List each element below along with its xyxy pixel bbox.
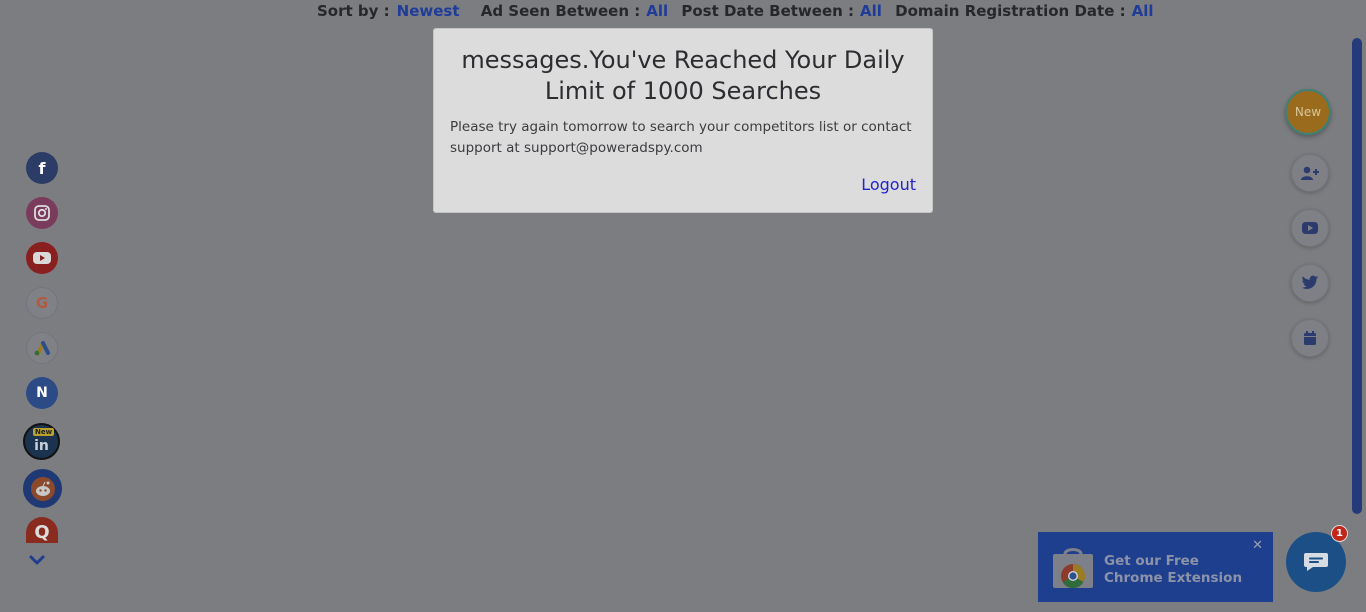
facebook-icon[interactable]: f: [26, 152, 58, 184]
modal-body: Please try again tomorrow to search your…: [450, 119, 912, 156]
google-ads-icon[interactable]: [26, 332, 58, 364]
add-user-icon: [1301, 166, 1319, 180]
sort-value[interactable]: Newest: [397, 2, 460, 20]
extension-text-line1: Get our Free: [1104, 553, 1199, 569]
linkedin-glyph: in: [34, 437, 49, 454]
close-icon[interactable]: ✕: [1252, 537, 1263, 553]
native-icon[interactable]: N: [26, 377, 58, 409]
youtube-glyph: [33, 252, 51, 264]
sort-label: Sort by :: [317, 2, 390, 20]
calendar-icon: [1304, 331, 1316, 345]
linkedin-icon[interactable]: New in: [23, 423, 60, 460]
quora-glyph: Q: [34, 522, 50, 543]
google-glyph: G: [35, 294, 49, 312]
youtube-icon[interactable]: [26, 242, 58, 274]
quora-icon[interactable]: Q: [26, 517, 58, 543]
chevron-down-icon[interactable]: [28, 552, 46, 570]
facebook-glyph: f: [38, 158, 46, 178]
page-scrollbar[interactable]: [1352, 38, 1362, 514]
twitter-button[interactable]: [1291, 264, 1329, 302]
domain-registration-label: Domain Registration Date :: [895, 2, 1126, 20]
ad-seen-label: Ad Seen Between :: [480, 2, 641, 20]
ad-seen-value[interactable]: All: [646, 2, 668, 20]
chrome-extension-banner[interactable]: Get our Free Chrome Extension ✕: [1038, 532, 1273, 602]
native-glyph: N: [36, 385, 48, 401]
post-date-value[interactable]: All: [860, 2, 882, 20]
extension-text-line2: Chrome Extension: [1104, 570, 1243, 586]
new-feature-button[interactable]: New: [1285, 89, 1331, 135]
new-feature-label: New: [1294, 105, 1322, 119]
twitter-icon: [1301, 275, 1319, 289]
chat-icon: [1304, 553, 1328, 571]
instagram-icon[interactable]: [26, 197, 58, 229]
google-icon[interactable]: G: [26, 287, 58, 319]
chat-unread-badge: 1: [1331, 525, 1348, 542]
chat-button[interactable]: 1: [1286, 525, 1348, 592]
instagram-glyph: [34, 205, 50, 221]
domain-registration-value[interactable]: All: [1132, 2, 1154, 20]
post-date-label: Post Date Between :: [681, 2, 855, 20]
logout-link[interactable]: Logout: [861, 175, 916, 194]
add-user-button[interactable]: [1291, 154, 1329, 192]
chrome-store-icon: [1053, 548, 1093, 588]
calendar-button[interactable]: [1291, 319, 1329, 357]
filter-bar: Sort by : Newest Ad Seen Between : All Pos…: [317, 2, 1162, 20]
youtube-icon: [1302, 222, 1318, 234]
reddit-icon[interactable]: [23, 469, 62, 508]
extension-text: Get our Free Chrome Extension: [1104, 553, 1242, 587]
modal-title: messages.You've Reached Your Daily Limit…: [461, 46, 905, 105]
google-ads-glyph: [34, 341, 50, 356]
reddit-glyph: [30, 476, 55, 501]
youtube-button[interactable]: [1291, 209, 1329, 247]
linkedin-new-badge: New: [33, 428, 55, 436]
search-limit-modal: messages.You've Reached Your Daily Limit…: [433, 28, 933, 213]
